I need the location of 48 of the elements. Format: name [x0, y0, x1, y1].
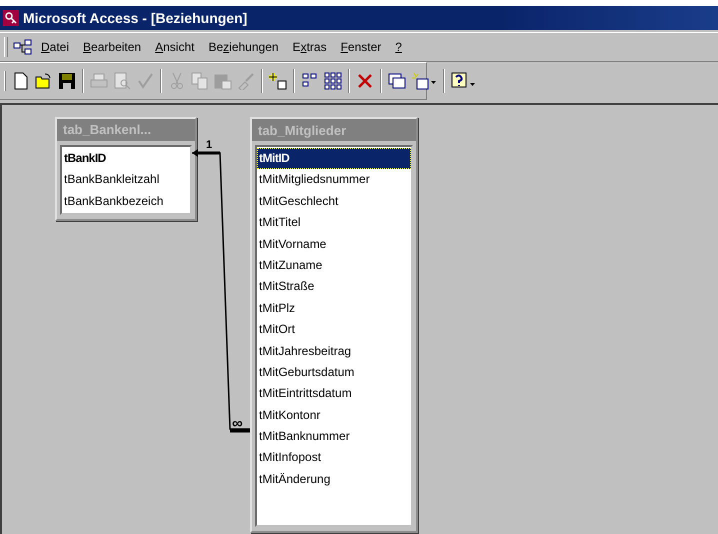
field-item[interactable]: tMitBanknummer	[257, 426, 411, 448]
field-item[interactable]: tMitPlz	[257, 298, 411, 320]
menu-item[interactable]: Bearbeiten	[77, 38, 148, 56]
menu-item[interactable]: Datei	[35, 38, 76, 56]
blank-page-icon	[12, 72, 30, 90]
menu-item[interactable]: ?	[389, 38, 408, 56]
field-item[interactable]: tMitJahresbeitrag	[257, 340, 411, 362]
clipboard-icon	[214, 72, 232, 90]
windows-icon	[388, 72, 406, 90]
menu-item[interactable]: Beziehungen	[202, 38, 285, 56]
table-title: tab_Bankenl...	[57, 119, 195, 141]
add-table-icon	[269, 72, 287, 90]
delete-icon	[356, 72, 374, 90]
field-item[interactable]: tMitID	[257, 148, 411, 170]
printer-icon	[90, 72, 108, 90]
field-item[interactable]: tMitGeschlecht	[257, 190, 411, 212]
field-item[interactable]: tBankBankbezeich	[62, 190, 190, 212]
menu-item[interactable]: Fenster	[334, 38, 388, 56]
field-item[interactable]: tMitVorname	[257, 234, 411, 255]
scissors-icon	[168, 72, 186, 90]
menu-item[interactable]: Extras	[286, 38, 333, 56]
table-title: tab_Mitglieder	[252, 119, 416, 141]
menu-item[interactable]: Ansicht	[149, 38, 200, 56]
help-icon	[451, 72, 477, 90]
field-item[interactable]: tMitGeburtsdatum	[257, 362, 411, 384]
field-item[interactable]: tBankBankleitzahl	[62, 169, 190, 191]
magnifier-page-icon	[113, 72, 131, 90]
key-icon	[3, 10, 19, 26]
field-item[interactable]: tMitKontonr	[257, 404, 411, 426]
field-item[interactable]: tMitStraße	[257, 276, 411, 298]
field-item[interactable]: tMitInfopost	[257, 447, 411, 469]
brush-icon	[237, 72, 255, 90]
field-item[interactable]: tMitÄnderung	[257, 468, 411, 490]
table-window[interactable]: tab_Bankenl... tBankID tBankBankleitzahl tBankBankbezeich	[55, 117, 197, 221]
field-item[interactable]: tMitTitel	[257, 212, 411, 234]
field-item[interactable]: tMitMitgliedsnummer	[257, 169, 411, 191]
box-grid-icon	[324, 72, 342, 90]
window-title: Microsoft Access - [Beziehungen]	[23, 10, 248, 26]
field-item[interactable]: tMitZuname	[257, 254, 411, 276]
field-item[interactable]: tMitOrt	[257, 319, 411, 341]
field-item[interactable]: tMitEintrittsdatum	[257, 383, 411, 405]
field-item[interactable]: tBankID	[62, 148, 190, 170]
copy-icon	[191, 72, 209, 90]
relationships-icon	[13, 39, 33, 55]
cardinality-label: ∞	[232, 415, 243, 432]
cardinality-label: 1	[206, 139, 212, 151]
spell-check-icon	[136, 72, 154, 90]
folder-icon	[35, 72, 53, 90]
